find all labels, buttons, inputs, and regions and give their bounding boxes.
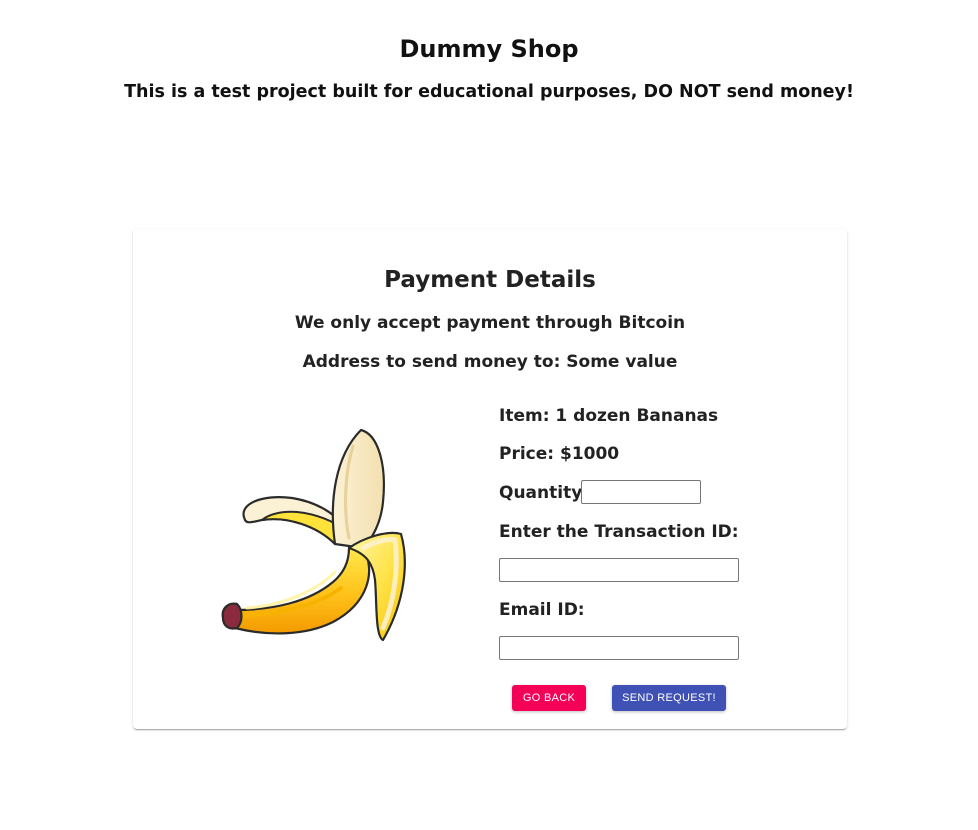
go-back-button[interactable]: GO BACK (512, 685, 586, 711)
payment-title: Payment Details (384, 267, 596, 293)
quantity-label: Quantity: (499, 483, 590, 503)
banana-icon (221, 428, 406, 642)
send-request-button[interactable]: SEND REQUEST! (612, 685, 726, 711)
site-warning: This is a test project built for educati… (124, 82, 854, 102)
email-input[interactable] (499, 636, 739, 660)
item-label: Item: 1 dozen Bananas (499, 406, 719, 426)
payment-address-text: Address to send money to: Some value (302, 352, 678, 372)
site-title: Dummy Shop (399, 35, 579, 63)
price-label: Price: $1000 (499, 444, 620, 464)
transaction-id-label: Enter the Transaction ID: (499, 522, 739, 542)
payment-card: Payment Details We only accept payment t… (133, 229, 847, 729)
email-label: Email ID: (499, 600, 585, 620)
payment-method-text: We only accept payment through Bitcoin (294, 313, 686, 333)
quantity-input[interactable] (581, 480, 701, 504)
transaction-id-input[interactable] (499, 558, 739, 582)
